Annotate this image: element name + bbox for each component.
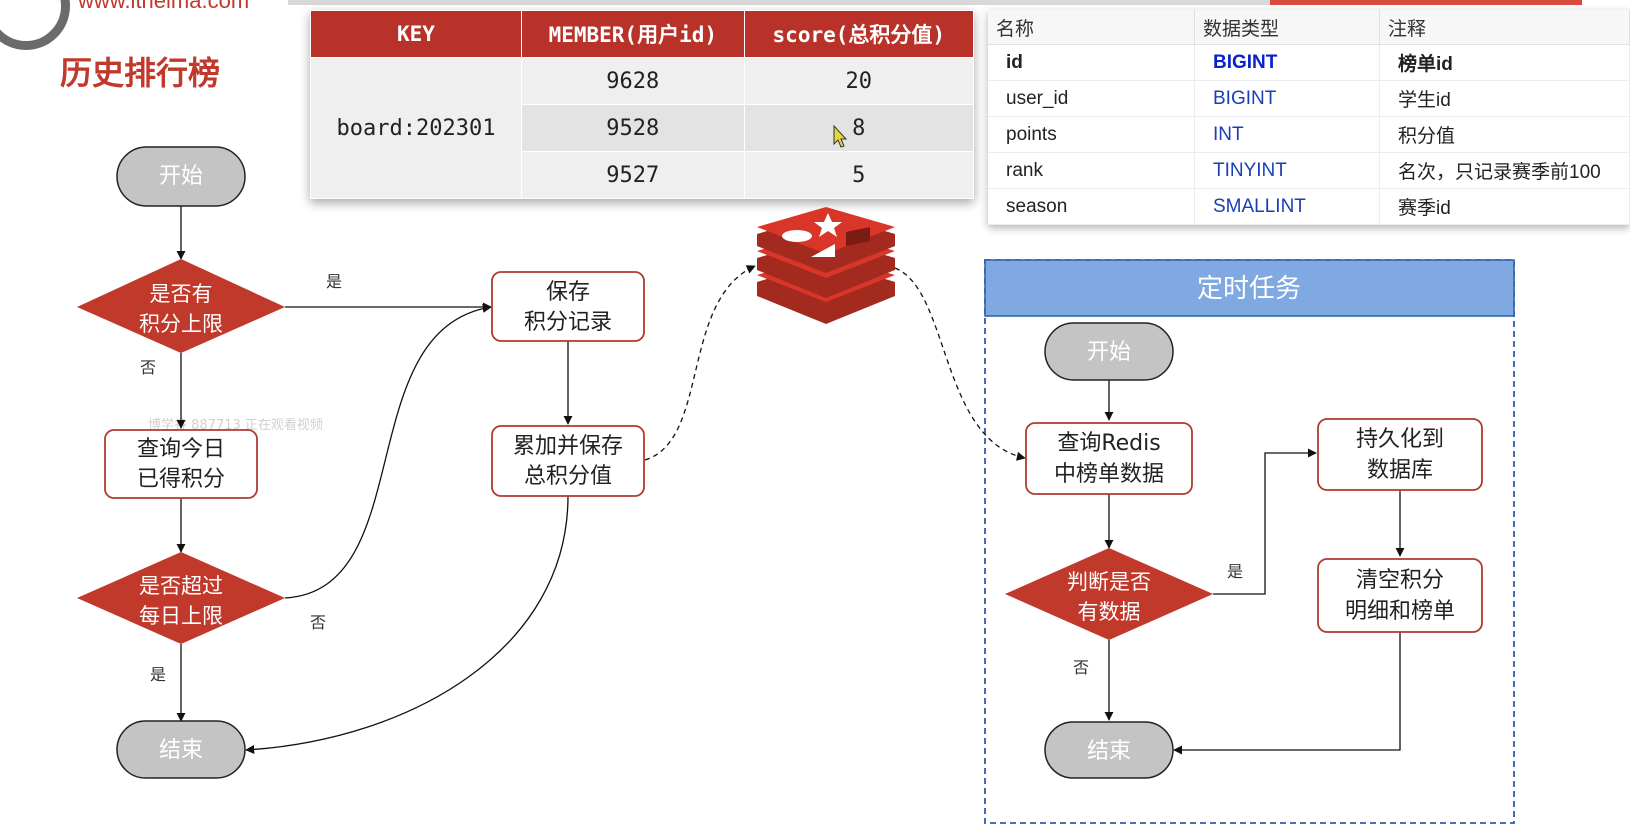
process-query-today: 查询今日 已得积分 [104,429,258,499]
no-label: 否 [1073,658,1089,677]
start-label: 开始 [159,164,203,189]
no-label: 否 [140,358,156,377]
process-label: 保存 [546,280,590,305]
decision-label: 每日上限 [139,604,223,628]
process-save-record: 保存 积分记录 [491,271,645,342]
task-panel-title: 定时任务 [1197,274,1301,304]
decision-label: 有数据 [1078,600,1141,624]
start-label: 开始 [1087,340,1131,365]
process-label: 清空积分 [1356,568,1444,593]
decision-label: 判断是否 [1067,570,1151,594]
task-end-node: 结束 [1044,721,1174,779]
process-query-redis: 查询Redis 中榜单数据 [1025,422,1193,495]
end-label: 结束 [1087,739,1131,764]
yes-label: 是 [150,665,166,684]
process-persist-db: 持久化到 数据库 [1317,418,1483,491]
process-label: 中榜单数据 [1054,462,1164,487]
edge-exceed-no [284,303,492,599]
yes-label: 是 [326,272,342,291]
process-label: 查询Redis [1057,431,1160,456]
process-label: 明细和榜单 [1345,599,1455,624]
redis-logo-icon [757,207,895,324]
edge-clear-to-end [1173,632,1401,755]
connectors-left [176,206,756,755]
process-label: 累加并保存 [513,434,623,459]
decision-label: 是否超过 [139,574,223,598]
no-label: 否 [310,613,326,632]
process-label: 已得积分 [137,467,225,492]
edge-accumulate-to-redis [644,265,756,461]
decision-has-data: 判断是否 有数据 [1005,548,1213,640]
end-node: 结束 [116,720,246,779]
edge-accumulate-to-end [245,495,569,755]
task-start-node: 开始 [1044,322,1174,381]
process-label: 总积分值 [524,464,612,489]
mouse-cursor-icon [833,124,848,148]
decision-exceed-daily: 是否超过 每日上限 [77,552,285,644]
process-label: 积分记录 [524,310,612,335]
yes-label: 是 [1227,562,1243,581]
end-label: 结束 [159,738,203,763]
start-node: 开始 [116,146,246,207]
process-label: 数据库 [1367,458,1433,483]
process-clear-data: 清空积分 明细和榜单 [1317,558,1483,633]
decision-label: 积分上限 [139,312,223,336]
process-label: 持久化到 [1356,427,1444,452]
process-label: 查询今日 [137,437,225,462]
process-accumulate: 累加并保存 总积分值 [491,425,645,497]
decision-has-limit: 是否有 积分上限 [77,259,285,353]
decision-label: 是否有 [150,282,213,306]
flowchart-canvas: 开始 是否有 积分上限 查询今日 已得积分 是否超过 每日上限 结束 保存 积分… [77,124,1515,824]
